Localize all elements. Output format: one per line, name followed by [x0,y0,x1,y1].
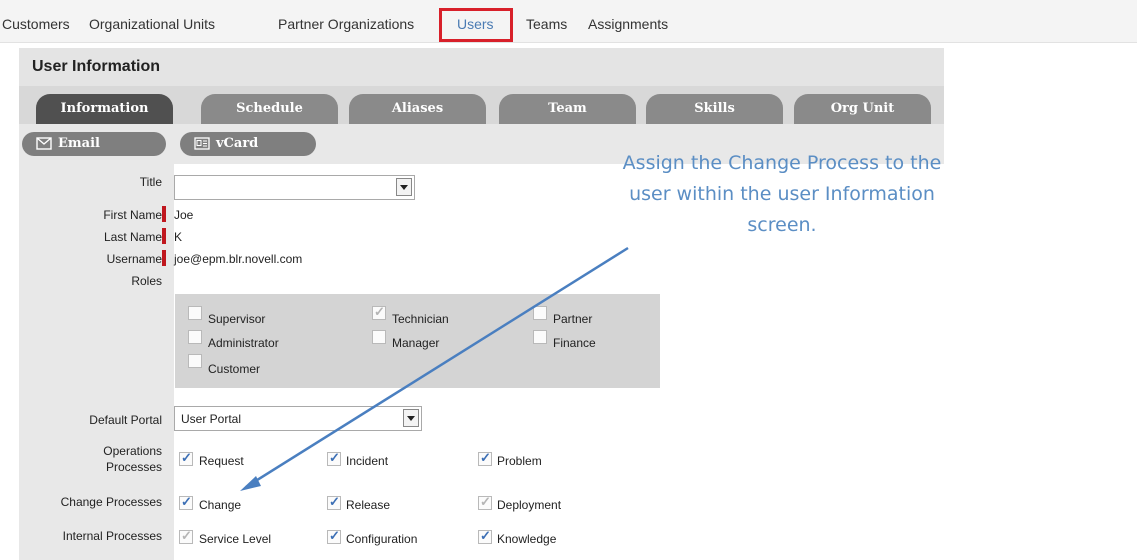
annotation-arrow [240,246,629,491]
